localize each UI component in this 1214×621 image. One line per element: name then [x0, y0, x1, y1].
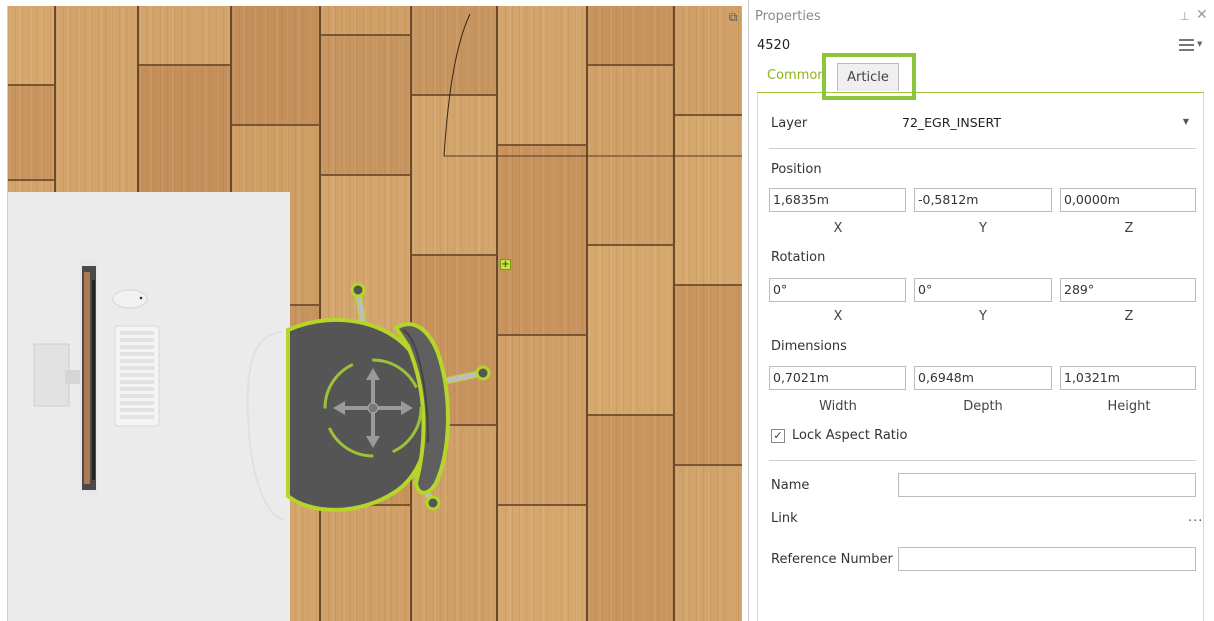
position-y-input[interactable]: -0,5812m — [914, 188, 1052, 212]
properties-panel: Properties ⊥ ✕ 4520 ▼ Common Article Lay… — [748, 0, 1214, 621]
link-browse-button[interactable]: ... — [1188, 510, 1203, 525]
rotation-x-label: X — [833, 309, 843, 324]
rotation-heading: Rotation — [771, 250, 826, 265]
position-heading: Position — [771, 162, 822, 177]
dimension-height-input[interactable]: 1,0321m — [1060, 366, 1196, 390]
lock-aspect-ratio-checkbox[interactable]: ✓ — [771, 429, 785, 443]
rotation-y-label: Y — [979, 309, 987, 324]
rotation-z-label: Z — [1124, 309, 1134, 324]
close-icon[interactable]: ✕ — [1196, 7, 1208, 23]
name-input[interactable] — [898, 473, 1196, 497]
dimension-height-label: Height — [1107, 399, 1151, 414]
layer-value: 72_EGR_INSERT — [902, 115, 1001, 130]
link-label: Link — [771, 511, 798, 526]
dimension-depth-label: Depth — [963, 399, 1003, 414]
layer-dropdown[interactable]: 72_EGR_INSERT ▼ — [899, 111, 1195, 135]
position-x-label: X — [833, 221, 843, 236]
tab-article-highlight — [822, 53, 916, 100]
separator — [769, 460, 1196, 461]
position-y-label: Y — [979, 221, 987, 236]
position-z-input[interactable]: 0,0000m — [1060, 188, 1196, 212]
tab-content-frame — [757, 93, 1204, 621]
position-x-input[interactable]: 1,6835m — [769, 188, 906, 212]
dimension-width-input[interactable]: 0,7021m — [769, 366, 906, 390]
rotation-z-input[interactable]: 289° — [1060, 278, 1196, 302]
rotation-x-input[interactable]: 0° — [769, 278, 906, 302]
restore-window-icon[interactable]: ⧉ — [725, 9, 741, 25]
checkmark-icon: ✓ — [773, 429, 783, 442]
panel-title: Properties — [755, 9, 821, 24]
dimensions-heading: Dimensions — [771, 339, 847, 354]
object-id-label: 4520 — [757, 38, 791, 53]
monitor-model[interactable] — [32, 260, 102, 496]
3d-viewport[interactable]: + ⧉ — [7, 6, 742, 621]
pin-icon[interactable]: ⊥ — [1180, 10, 1190, 23]
reference-number-label: Reference Number — [771, 552, 893, 567]
chevron-down-icon: ▼ — [1182, 117, 1189, 126]
hamburger-menu-icon[interactable]: ▼ — [1179, 38, 1203, 54]
lock-aspect-ratio-label: Lock Aspect Ratio — [792, 428, 908, 443]
keyboard-model[interactable] — [114, 325, 162, 429]
name-label: Name — [771, 478, 810, 493]
rotation-y-input[interactable]: 0° — [914, 278, 1052, 302]
position-z-label: Z — [1124, 221, 1134, 236]
layer-label: Layer — [771, 116, 808, 131]
reference-number-input[interactable] — [898, 547, 1196, 571]
dimension-width-label: Width — [819, 399, 857, 414]
dimension-depth-input[interactable]: 0,6948m — [914, 366, 1052, 390]
mouse-model[interactable] — [110, 288, 150, 312]
office-chair-selected[interactable] — [278, 268, 498, 528]
separator — [769, 148, 1196, 149]
plus-icon[interactable]: + — [500, 259, 511, 270]
